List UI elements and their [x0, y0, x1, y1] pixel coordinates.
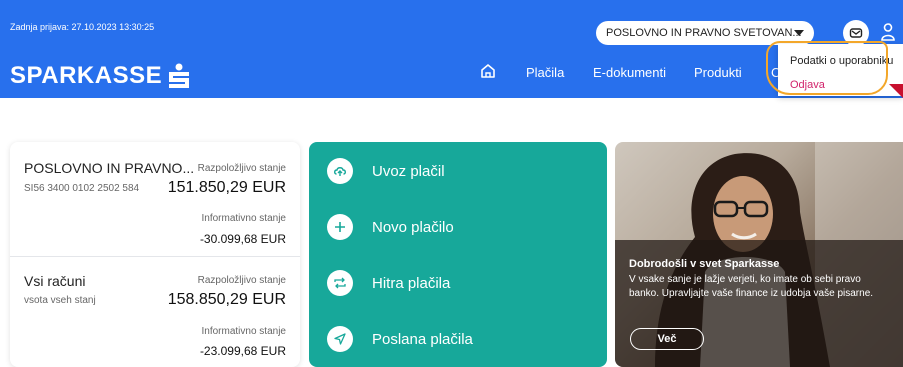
sparkasse-s-icon	[169, 63, 190, 88]
action-sent-payments[interactable]: Poslana plačila	[327, 326, 473, 352]
account-select-value: POSLOVNO IN PRAVNO SVETOVAN...	[606, 27, 802, 39]
last-login-text: Zadnja prijava: 27.10.2023 13:30:25	[10, 22, 155, 32]
mail-icon	[849, 28, 863, 38]
promo-banner: Dobrodošli v svet Sparkasse V vsake sanj…	[615, 142, 903, 367]
card-divider	[10, 256, 300, 257]
user-menu: Podatki o uporabniku Odjava	[778, 44, 903, 96]
brand-name: SPARKASSE	[10, 62, 163, 89]
menu-item-user-data[interactable]: Podatki o uporabniku	[790, 55, 893, 67]
account-name[interactable]: POSLOVNO IN PRAVNO...	[24, 160, 194, 176]
accounts-card: POSLOVNO IN PRAVNO... SI56 3400 0102 250…	[10, 142, 300, 367]
promo-body: V vsake sanje je lažje verjeti, ko imate…	[629, 274, 874, 299]
info-balance: -30.099,68 EUR	[199, 232, 286, 246]
action-label: Hitra plačila	[372, 274, 451, 292]
repeat-icon	[327, 270, 353, 296]
available-label: Razpoložljivo stanje	[197, 163, 286, 174]
chevron-down-icon	[794, 30, 804, 36]
promo-title: Dobrodošli v svet Sparkasse	[629, 258, 780, 270]
promo-more-button[interactable]: Več	[630, 328, 704, 350]
info-balance: -23.099,68 EUR	[199, 344, 286, 358]
action-label: Poslana plačila	[372, 330, 473, 348]
account-select[interactable]: POSLOVNO IN PRAVNO SVETOVAN...	[596, 21, 814, 45]
plus-icon	[327, 214, 353, 240]
mail-button[interactable]	[843, 20, 869, 46]
available-balance: 151.850,29 EUR	[167, 179, 286, 196]
nav-produkti[interactable]: Produkti	[694, 65, 742, 80]
red-corner-marker	[889, 84, 903, 98]
available-label: Razpoložljivo stanje	[197, 275, 286, 286]
info-label: Informativno stanje	[201, 326, 287, 337]
sparkasse-logo[interactable]: SPARKASSE	[10, 62, 190, 90]
top-header: Zadnja prijava: 27.10.2023 13:30:25 SPAR…	[0, 0, 903, 98]
quick-actions-panel: Uvoz plačil Novo plačilo Hitra plačila P…	[309, 142, 607, 367]
upload-icon	[327, 158, 353, 184]
action-new-payment[interactable]: Novo plačilo	[327, 214, 454, 240]
account-iban: SI56 3400 0102 2502 584	[24, 183, 140, 194]
account-sum-label: vsota vseh stanj	[24, 295, 96, 306]
home-icon[interactable]	[480, 63, 496, 79]
user-icon	[881, 23, 895, 41]
info-label: Informativno stanje	[201, 213, 287, 224]
nav-e-dokumenti[interactable]: E-dokumenti	[593, 65, 666, 80]
menu-item-logout[interactable]: Odjava	[790, 79, 825, 91]
action-label: Uvoz plačil	[372, 162, 445, 180]
action-import-payments[interactable]: Uvoz plačil	[327, 158, 445, 184]
account-name[interactable]: Vsi računi	[24, 273, 85, 289]
action-quick-payments[interactable]: Hitra plačila	[327, 270, 450, 296]
user-button[interactable]	[875, 18, 901, 46]
nav-placila[interactable]: Plačila	[526, 65, 564, 80]
available-balance: 158.850,29 EUR	[167, 291, 286, 308]
action-label: Novo plačilo	[372, 218, 454, 236]
send-icon	[327, 326, 353, 352]
